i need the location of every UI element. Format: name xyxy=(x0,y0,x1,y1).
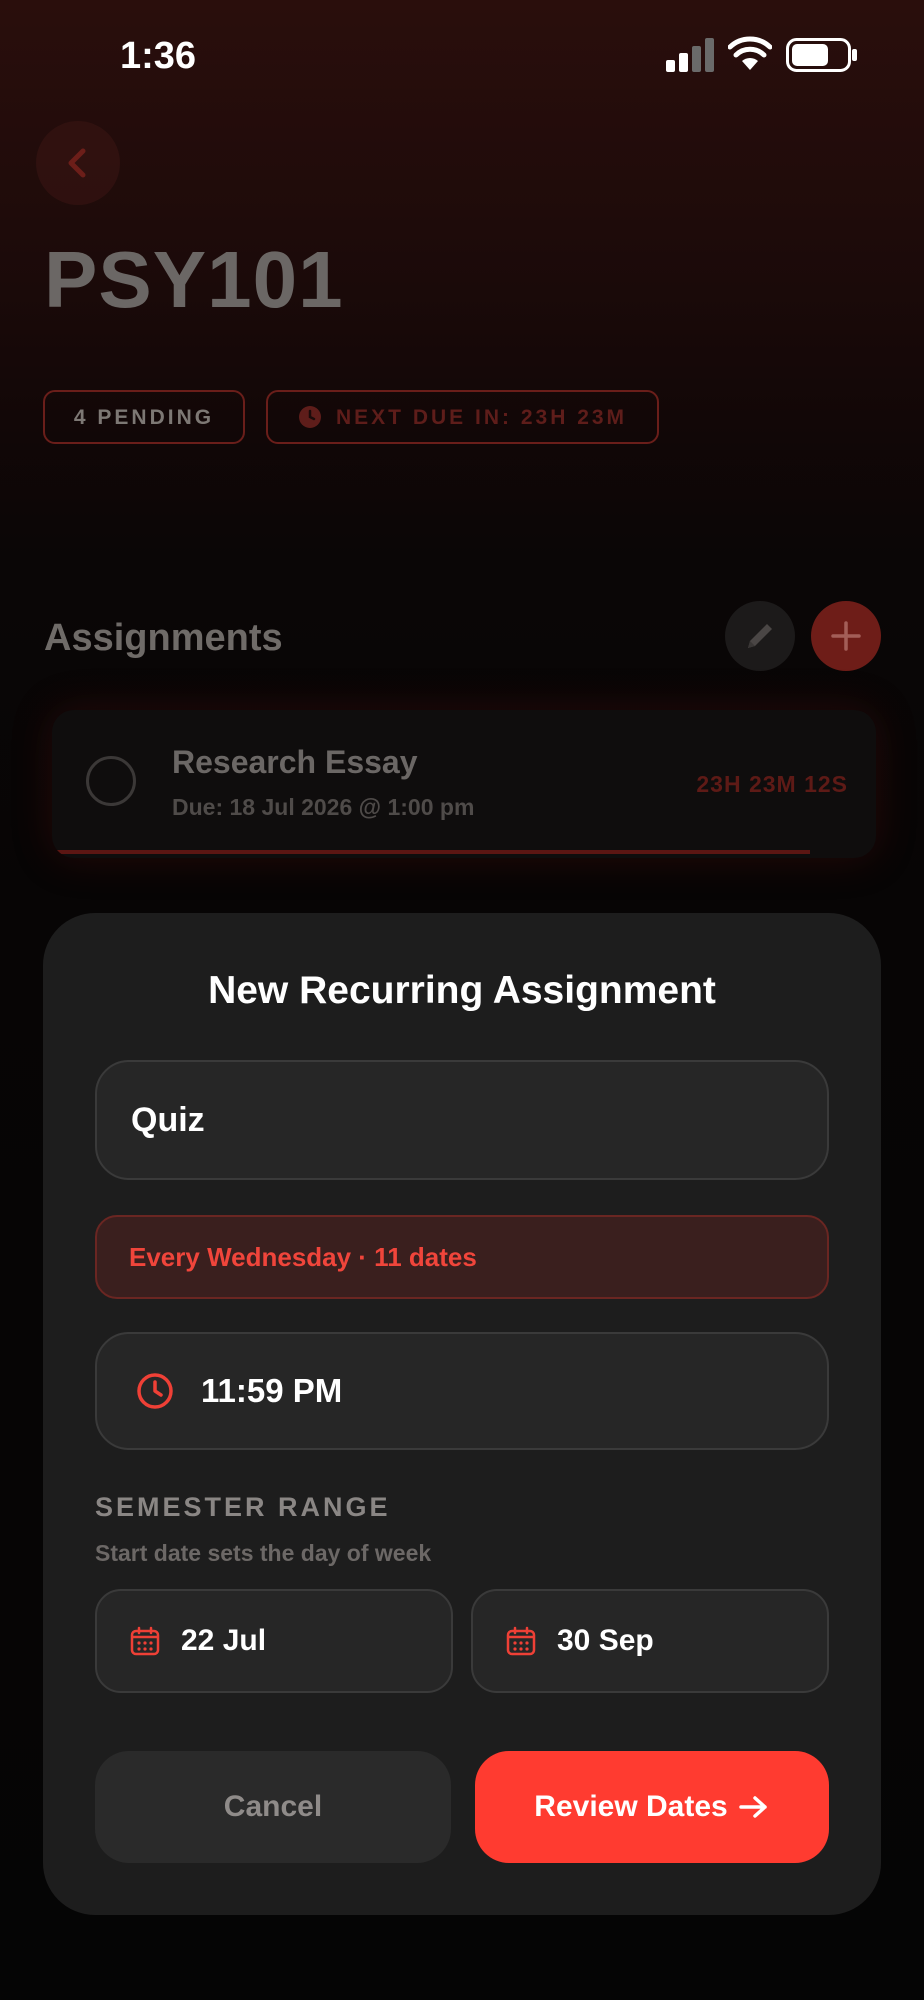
pending-badge: 4 PENDING xyxy=(43,390,245,444)
assignment-due: Due: 18 Jul 2026 @ 1:00 pm xyxy=(172,794,475,820)
start-date-value: 22 Jul xyxy=(181,1624,267,1657)
assignment-title: Research Essay xyxy=(172,744,418,780)
assignment-name-input[interactable] xyxy=(131,1062,791,1178)
recurring-assignment-modal: New Recurring Assignment Every Wednesday… xyxy=(43,913,881,1915)
assignments-heading: Assignments xyxy=(44,617,283,659)
plus-icon xyxy=(831,621,861,651)
calendar-icon xyxy=(506,1626,536,1656)
assignment-name-field[interactable] xyxy=(95,1060,829,1180)
wifi-icon xyxy=(728,36,772,70)
pencil-icon xyxy=(748,624,772,648)
battery-icon xyxy=(786,38,857,72)
complete-checkbox[interactable] xyxy=(86,756,136,806)
modal-title: New Recurring Assignment xyxy=(208,969,716,1012)
start-date-field[interactable]: 22 Jul xyxy=(95,1589,453,1693)
assignment-progress-bar xyxy=(52,850,810,854)
edit-button[interactable] xyxy=(725,601,795,671)
cancel-button[interactable]: Cancel xyxy=(95,1751,451,1863)
next-due-label: NEXT DUE IN: 23H 23M xyxy=(336,405,628,429)
signal-icon xyxy=(666,38,714,72)
recurrence-summary[interactable]: Every Wednesday · 11 dates xyxy=(95,1215,829,1299)
due-time-value: 11:59 PM xyxy=(201,1372,343,1409)
status-time: 1:36 xyxy=(120,35,197,77)
assignment-card[interactable]: Research Essay Due: 18 Jul 2026 @ 1:00 p… xyxy=(52,710,876,858)
chevron-left-icon xyxy=(68,148,86,178)
clock-icon xyxy=(299,406,321,428)
cancel-button-label: Cancel xyxy=(223,1790,323,1823)
assignment-countdown: 23H 23M 12S xyxy=(696,771,848,797)
semester-range-label: SEMESTER RANGE xyxy=(95,1492,391,1522)
screen: 1:36 PSY101 4 PENDING NEXT DUE IN: 23H 2… xyxy=(0,0,924,2000)
back-button[interactable] xyxy=(36,121,120,205)
semester-range-hint: Start date sets the day of week xyxy=(95,1540,432,1566)
next-due-badge: NEXT DUE IN: 23H 23M xyxy=(266,390,659,444)
end-date-value: 30 Sep xyxy=(557,1624,654,1657)
course-title: PSY101 xyxy=(44,235,344,324)
arrow-right-icon xyxy=(738,1796,767,1818)
calendar-icon xyxy=(130,1626,160,1656)
pending-badge-label: 4 PENDING xyxy=(73,405,215,429)
clock-icon xyxy=(137,1373,173,1409)
review-dates-label: Review Dates xyxy=(534,1790,728,1823)
end-date-field[interactable]: 30 Sep xyxy=(471,1589,829,1693)
recurrence-summary-label: Every Wednesday · 11 dates xyxy=(129,1241,477,1272)
due-time-field[interactable]: 11:59 PM xyxy=(95,1332,829,1450)
add-assignment-button[interactable] xyxy=(811,601,881,671)
review-dates-button[interactable]: Review Dates xyxy=(475,1751,829,1863)
